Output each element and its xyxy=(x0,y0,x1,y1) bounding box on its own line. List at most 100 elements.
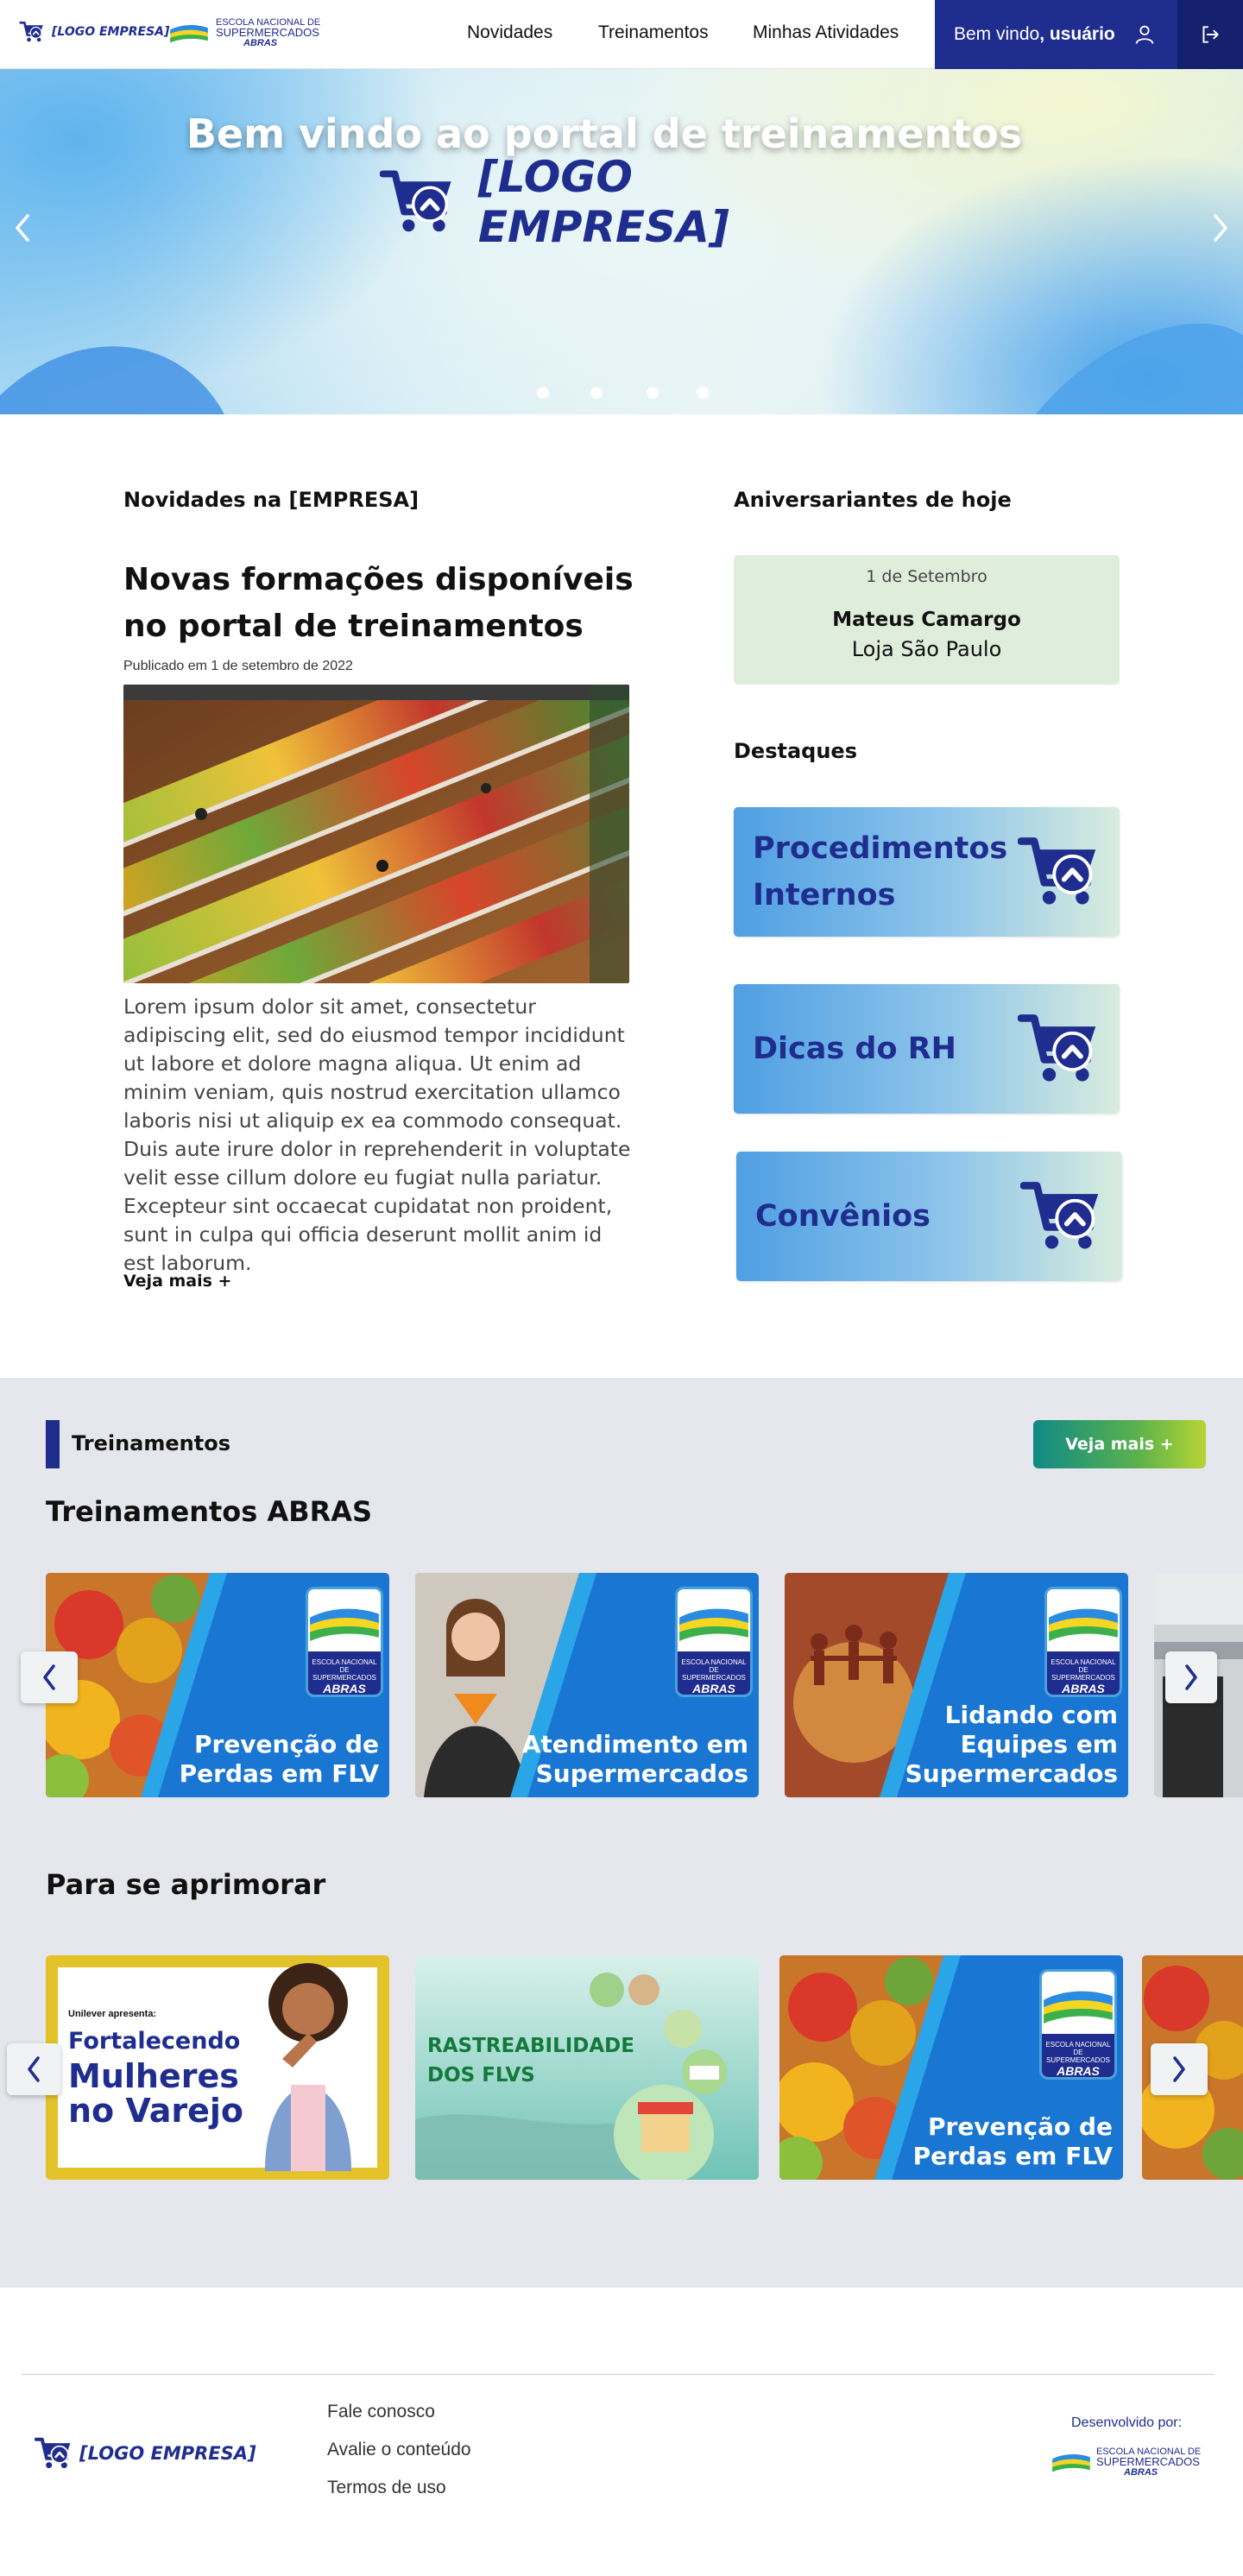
badge-line1: ESCOLA NACIONAL DE xyxy=(1045,2041,1111,2056)
news-image[interactable] xyxy=(123,685,629,983)
card-title: RASTREABILIDADE DOS FLVS xyxy=(427,2031,634,2090)
user-icon xyxy=(1135,25,1154,44)
footer-company-logo[interactable]: [LOGO EMPRESA] xyxy=(35,2436,256,2471)
badge-line1: ESCOLA NACIONAL DE xyxy=(1051,1658,1116,1674)
birthday-name: Mateus Camargo xyxy=(832,609,1021,631)
abras-carousel-next[interactable] xyxy=(1165,1651,1217,1703)
training-card-lidando-equipes[interactable]: ESCOLA NACIONAL DE SUPERMERCADOS ABRAS L… xyxy=(785,1573,1128,1797)
abras-flag-icon xyxy=(1051,2448,1091,2476)
cart-logo-icon xyxy=(380,163,456,241)
chevron-left-icon xyxy=(28,2056,40,2082)
card-title: Prevenção de Perdas em FLV xyxy=(913,2112,1113,2171)
highlight-label-line1: Convênios xyxy=(755,1199,931,1234)
improve-carousel-next[interactable] xyxy=(1151,2043,1208,2095)
supermarket-photo xyxy=(123,685,629,983)
chevron-right-icon xyxy=(1185,1664,1197,1690)
badge-line2: SUPERMERCADOS xyxy=(682,1674,746,1682)
badge-line3: ABRAS xyxy=(1062,1682,1105,1695)
highlight-label-line2: Internos xyxy=(753,878,896,912)
card-title-line1: Atendimento em xyxy=(521,1730,748,1758)
news-published-date: Publicado em 1 de setembro de 2022 xyxy=(123,659,353,673)
dev-logo-line2: SUPERMERCADOS xyxy=(1096,2455,1200,2468)
chevron-right-icon xyxy=(1173,2056,1185,2082)
footer-divider xyxy=(22,2374,1215,2375)
card-title-line2: DOS FLVS xyxy=(427,2064,535,2087)
footer-link-terms[interactable]: Termos de uso xyxy=(327,2478,446,2498)
badge-line3: ABRAS xyxy=(1057,2064,1100,2078)
news-more-link[interactable]: Veja mais + xyxy=(123,1272,231,1291)
hero-dot-4[interactable] xyxy=(697,387,709,399)
news-body: Lorem ipsum dolor sit amet, consectetur … xyxy=(123,994,631,1275)
abras-flag-icon xyxy=(169,20,209,46)
abras-flag-icon xyxy=(1042,1980,1114,2030)
hero-next-button[interactable] xyxy=(1202,202,1240,254)
cart-icon xyxy=(1020,1178,1103,1255)
logout-button[interactable] xyxy=(1177,0,1243,69)
highlight-convenios[interactable]: Convênios xyxy=(736,1152,1122,1281)
nav-novidades[interactable]: Novidades xyxy=(467,22,552,43)
abras-flag-icon xyxy=(1047,1598,1120,1648)
abras-flag-icon xyxy=(678,1598,750,1648)
card-title-line2: Perdas em FLV xyxy=(912,2142,1113,2170)
card-title-line2: Equipes em xyxy=(960,1730,1118,1758)
improve-card-rastreabilidade[interactable]: RASTREABILIDADE DOS FLVS xyxy=(415,1955,759,2180)
footer-logo-text: [LOGO EMPRESA] xyxy=(79,2443,256,2464)
training-card-atendimento[interactable]: ESCOLA NACIONAL DE SUPERMERCADOS ABRAS A… xyxy=(415,1573,759,1797)
card-title-line1: RASTREABILIDADE xyxy=(427,2035,634,2057)
hero-dot-3[interactable] xyxy=(647,387,659,399)
chevron-left-icon xyxy=(43,1664,55,1690)
user-menu[interactable]: Bem vindo, usuário xyxy=(935,0,1177,69)
improve-card-mulheres-varejo[interactable]: Unilever apresenta: Fortalecendo Mulhere… xyxy=(46,1955,389,2180)
footer-link-rate-content[interactable]: Avalie o conteúdo xyxy=(327,2440,471,2460)
cart-icon xyxy=(1018,833,1101,911)
hero-logo: [LOGO EMPRESA] xyxy=(380,152,863,252)
card-title-line1: Lidando com xyxy=(944,1701,1118,1729)
news-headline[interactable]: Novas formações disponíveis no portal de… xyxy=(123,557,659,650)
highlight-label-line1: Dicas do RH xyxy=(753,1032,956,1066)
highlight-dicas-rh[interactable]: Dicas do RH xyxy=(734,984,1120,1114)
highlight-procedimentos-internos[interactable]: Procedimentos Internos xyxy=(734,807,1120,937)
card-kicker: Unilever apresenta: xyxy=(68,2009,157,2019)
card-title-line2: Mulheres xyxy=(68,2057,239,2095)
cart-icon xyxy=(1018,1010,1101,1088)
card-title: Lidando com Equipes em Supermercados xyxy=(905,1701,1118,1789)
improve-carousel-prev[interactable] xyxy=(7,2043,60,2095)
company-logo-text: [LOGO EMPRESA] xyxy=(52,25,170,39)
chevron-left-icon xyxy=(16,214,29,242)
card-title: Atendimento em Supermercados xyxy=(522,1730,748,1789)
dev-logo-line3: ABRAS xyxy=(1124,2467,1158,2478)
hero-dot-2[interactable] xyxy=(590,387,603,399)
trainings-more-button[interactable]: Veja mais + xyxy=(1033,1420,1206,1468)
trainings-section-title: Treinamentos xyxy=(72,1431,230,1455)
hero-title: Bem vindo ao portal de treinamentos xyxy=(186,110,1023,157)
welcome-prefix: Bem vindo xyxy=(954,24,1040,44)
chevron-right-icon xyxy=(1214,214,1227,242)
card-title-line2: Perdas em FLV xyxy=(179,1759,379,1788)
card-title-line3: Supermercados xyxy=(905,1759,1118,1788)
company-logo[interactable]: [LOGO EMPRESA] xyxy=(19,21,169,43)
footer-school-logo[interactable]: ESCOLA NACIONAL DE SUPERMERCADOS ABRAS xyxy=(1051,2447,1201,2478)
section-accent-bar xyxy=(46,1420,60,1468)
training-card-prevencao-perdas[interactable]: ESCOLA NACIONAL DE SUPERMERCADOS ABRAS P… xyxy=(46,1573,389,1797)
card-title-line1: Fortalecendo xyxy=(68,2028,241,2055)
badge-line3: ABRAS xyxy=(323,1682,366,1695)
birthday-section-title: Aniversariantes de hoje xyxy=(734,488,1012,512)
improve-row-title: Para se aprimorar xyxy=(46,1868,326,1901)
card-title-line1: Prevenção de xyxy=(193,1730,379,1758)
birthday-date: 1 de Setembro xyxy=(866,567,987,586)
news-section-title: Novidades na [EMPRESA] xyxy=(123,488,420,512)
hero-dot-1[interactable] xyxy=(537,387,549,399)
abras-flag-icon xyxy=(308,1598,381,1648)
badge-line3: ABRAS xyxy=(692,1682,735,1695)
nav-treinamentos[interactable]: Treinamentos xyxy=(598,22,709,43)
improve-card-prevencao-perdas[interactable]: ESCOLA NACIONAL DE SUPERMERCADOS ABRAS P… xyxy=(779,1955,1123,2180)
abras-carousel-prev[interactable] xyxy=(21,1651,78,1703)
school-logo[interactable]: ESCOLA NACIONAL DE SUPERMERCADOS ABRAS xyxy=(169,17,320,48)
hero-prev-button[interactable] xyxy=(3,202,41,254)
abras-row-title: Treinamentos ABRAS xyxy=(46,1495,373,1528)
card-title-line3: no Varejo xyxy=(68,2092,244,2130)
developed-by-label: Desenvolvido por: xyxy=(1071,2415,1183,2430)
badge-line2: SUPERMERCADOS xyxy=(1046,2056,1110,2064)
footer-link-contact[interactable]: Fale conosco xyxy=(327,2402,435,2422)
nav-minhas-atividades[interactable]: Minhas Atividades xyxy=(753,22,899,43)
